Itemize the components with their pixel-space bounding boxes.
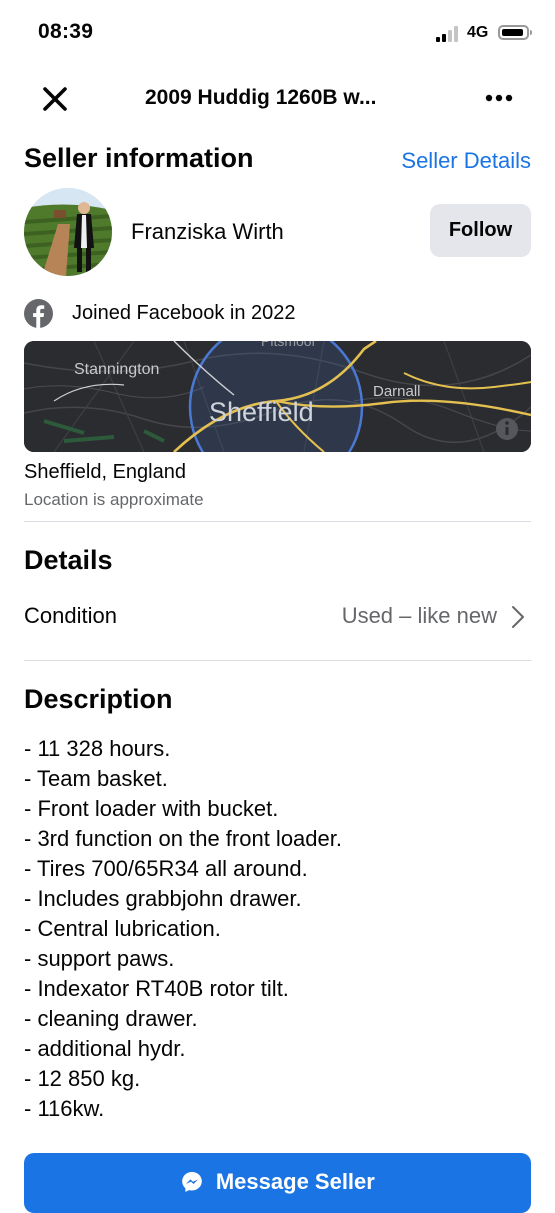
status-bar: 08:39 4G (0, 0, 555, 66)
description-line: - 12 850 kg. (24, 1066, 141, 1091)
details-heading: Details (24, 545, 113, 575)
chevron-right-icon (512, 606, 524, 628)
nav-bar: 2009 Huddig 1260B w... (0, 70, 555, 126)
messenger-icon (182, 1172, 202, 1192)
condition-row[interactable]: Condition Used – like new (24, 596, 531, 638)
seller-details-link[interactable]: Seller Details (401, 148, 531, 174)
avatar-photo (24, 188, 112, 276)
seller-info-heading: Seller information (24, 143, 254, 173)
description-line: - Front loader with bucket. (24, 796, 279, 821)
description-line: - Includes grabbjohn drawer. (24, 886, 302, 911)
description-line: - 3rd function on the front loader. (24, 826, 342, 851)
description-line: - Tires 700/65R34 all around. (24, 856, 308, 881)
map-info-icon[interactable] (496, 418, 518, 440)
description-line: - cleaning drawer. (24, 1006, 198, 1031)
message-seller-button[interactable]: Message Seller (24, 1153, 531, 1213)
divider (24, 660, 531, 661)
description-line: - 11 328 hours. (24, 736, 171, 761)
location-map[interactable]: Stannington Pitsmoor Sheffield Darnall (24, 341, 531, 452)
status-time: 08:39 (38, 20, 94, 43)
page-title: 2009 Huddig 1260B w... (145, 86, 377, 109)
joined-facebook-text: Joined Facebook in 2022 (72, 302, 296, 324)
battery-icon (498, 25, 532, 40)
divider (24, 521, 531, 522)
seller-avatar[interactable] (24, 188, 112, 276)
network-type: 4G (467, 24, 489, 41)
description-list: - 11 328 hours. - Team basket. - Front l… (24, 734, 531, 1124)
close-icon (43, 87, 67, 111)
map-label-stannington: Stannington (74, 361, 159, 378)
map-label-darnall: Darnall (373, 383, 421, 400)
map-label-north: Pitsmoor (261, 341, 317, 349)
condition-label: Condition (24, 603, 117, 628)
description-line: - Central lubrication. (24, 916, 221, 941)
close-button[interactable] (40, 84, 70, 114)
facebook-icon (24, 299, 53, 328)
message-seller-label: Message Seller (215, 1169, 375, 1194)
description-heading: Description (24, 684, 173, 714)
location-note: Location is approximate (24, 490, 204, 509)
follow-button[interactable]: Follow (430, 204, 531, 257)
description-line: - Team basket. (24, 766, 168, 791)
seller-name[interactable]: Franziska Wirth (131, 219, 284, 245)
more-options-button[interactable] (484, 88, 514, 108)
description-line: - 116kw. (24, 1096, 105, 1121)
location-city: Sheffield, England (24, 461, 186, 483)
battery-fill (502, 29, 523, 36)
condition-value: Used – like new (341, 603, 497, 628)
description-line: - support paws. (24, 946, 175, 971)
map-label-city: Sheffield (209, 397, 314, 427)
signal-strength-icon (436, 25, 462, 42)
map-canvas: Stannington Pitsmoor Sheffield Darnall (24, 341, 531, 452)
more-options-icon (485, 94, 513, 102)
description-line: - additional hydr. (24, 1036, 186, 1061)
description-line: - Indexator RT40B rotor tilt. (24, 976, 289, 1001)
